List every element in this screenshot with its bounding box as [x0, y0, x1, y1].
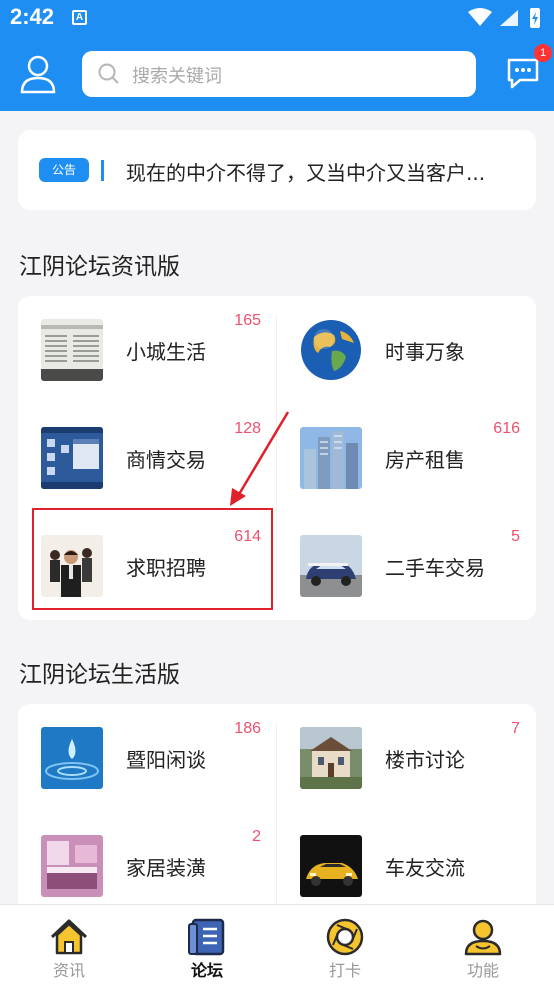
- forum-item-label: 房产租售: [385, 448, 465, 472]
- tab-label: 打卡: [328, 961, 361, 980]
- forum-item-small-town-life[interactable]: 小城生活 165: [18, 296, 277, 404]
- forum-item-used-cars[interactable]: 二手车交易 5: [277, 512, 536, 620]
- buildings-thumb: [300, 427, 362, 489]
- forum-item-count: 5: [511, 528, 520, 545]
- forum-item-label: 二手车交易: [385, 556, 485, 580]
- forum-item-label: 楼市讨论: [385, 748, 465, 772]
- forum-item-count: 7: [511, 720, 520, 737]
- camera-aperture-icon: [326, 918, 364, 956]
- water-drop-thumb: [41, 727, 103, 789]
- desktop-thumb: [41, 427, 103, 489]
- home-icon: [50, 919, 88, 955]
- tab-forum[interactable]: 论坛: [138, 905, 276, 984]
- forum-item-current-affairs[interactable]: 时事万象: [277, 296, 536, 404]
- sportscar-thumb: [300, 835, 362, 897]
- globe-thumb: [300, 319, 362, 381]
- notice-tag: 公告: [39, 158, 89, 182]
- tab-label: 资讯: [52, 961, 85, 980]
- forum-item-label: 时事万象: [385, 340, 465, 364]
- forum-item-label: 家居装潢: [126, 856, 206, 880]
- status-time: 2:42: [10, 4, 55, 29]
- bottom-tab-bar: 资讯 论坛 打卡 功能: [0, 904, 554, 984]
- tab-label: 功能: [466, 961, 499, 980]
- message-icon[interactable]: [506, 56, 540, 90]
- forum-card-life: 暨阳闲谈 186 楼市讨论 7 家居装潢 2 车友交流: [18, 704, 536, 934]
- forum-item-label: 暨阳闲谈: [126, 748, 206, 772]
- forum-item-label: 车友交流: [385, 856, 465, 880]
- notice-bar[interactable]: 公告 现在的中介不得了，又当中介又当客户...: [18, 130, 536, 210]
- forum-item-count: 165: [234, 312, 261, 329]
- forum-item-property-talk[interactable]: 楼市讨论 7: [277, 704, 536, 812]
- status-icons: [468, 8, 540, 28]
- tab-label: 论坛: [190, 961, 223, 980]
- forum-item-jiyang-chat[interactable]: 暨阳闲谈 186: [18, 704, 277, 812]
- forum-item-count: 186: [234, 720, 261, 737]
- app-header: 2:42 A 搜索关键词 1: [0, 0, 554, 111]
- forum-item-label: 商情交易: [126, 448, 206, 472]
- search-placeholder: 搜索关键词: [132, 66, 222, 87]
- newspaper-thumb: [41, 319, 103, 381]
- notification-a-icon: A: [72, 10, 87, 25]
- tab-functions[interactable]: 功能: [414, 905, 552, 984]
- profile-icon[interactable]: [20, 54, 56, 94]
- tab-news[interactable]: 资讯: [0, 905, 138, 984]
- forum-item-real-estate[interactable]: 房产租售 616: [277, 404, 536, 512]
- search-box[interactable]: 搜索关键词: [82, 51, 476, 97]
- forum-item-count: 616: [493, 420, 520, 437]
- search-icon: [98, 63, 119, 84]
- car-thumb: [300, 535, 362, 597]
- bedroom-thumb: [41, 835, 103, 897]
- status-bar: 2:42 A: [0, 0, 554, 36]
- book-icon: [188, 918, 225, 956]
- tab-checkin[interactable]: 打卡: [276, 905, 414, 984]
- section-title-info: 江阴论坛资讯版: [19, 254, 180, 280]
- notice-divider: [101, 160, 104, 181]
- forum-item-count: 2: [252, 828, 261, 845]
- mansion-thumb: [300, 727, 362, 789]
- notice-text[interactable]: 现在的中介不得了，又当中介又当客户...: [126, 157, 485, 186]
- annotation-arrow-icon: [230, 411, 290, 506]
- section-title-life: 江阴论坛生活版: [19, 662, 180, 688]
- highlight-box: [32, 508, 273, 610]
- message-badge: 1: [534, 44, 552, 62]
- forum-item-label: 小城生活: [126, 340, 206, 364]
- user-icon: [464, 919, 502, 956]
